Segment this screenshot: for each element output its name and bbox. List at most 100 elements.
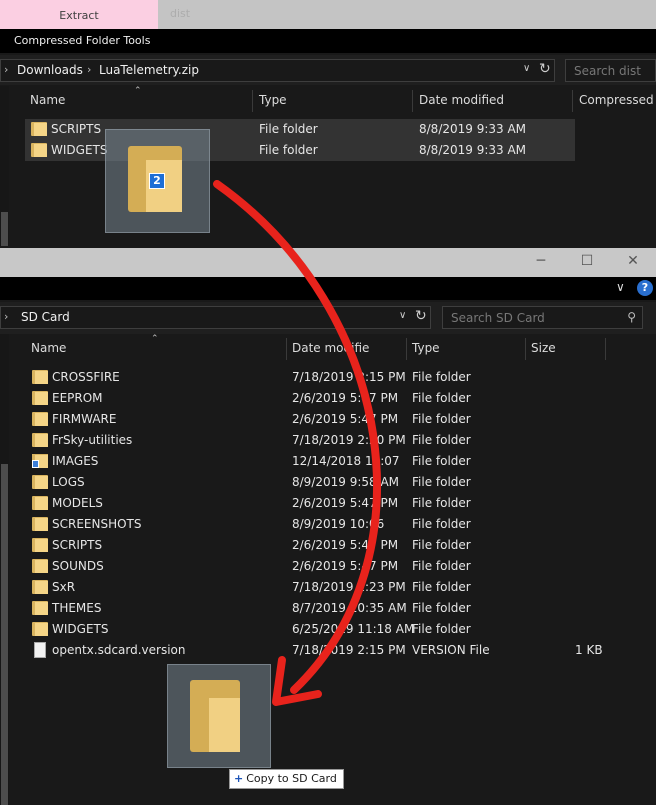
file-type: VERSION File: [412, 643, 490, 657]
column-name[interactable]: Name: [31, 334, 66, 362]
tab-dist[interactable]: dist: [170, 0, 190, 29]
file-date: 8/8/2019 9:33 AM: [419, 143, 527, 157]
minimize-icon[interactable]: ─: [518, 248, 564, 277]
folder-icon: [32, 370, 48, 384]
file-date: 12/14/2018 11:07: [292, 454, 400, 468]
file-type: File folder: [259, 122, 318, 136]
top-scrollbar[interactable]: [0, 86, 9, 246]
file-date: 2/6/2019 5:47 PM: [292, 538, 399, 552]
folder-icon: [32, 601, 48, 615]
bottom-address-bar[interactable]: › SD Card ∨ ↻: [0, 306, 431, 329]
file-date: 2/6/2019 5:47 PM: [292, 412, 399, 426]
column-date-modified[interactable]: Date modifie: [292, 334, 369, 362]
file-row[interactable]: SOUNDS 2/6/2019 5:47 PM File folder: [27, 556, 607, 577]
top-ribbon-tabs: Extract dist: [0, 0, 656, 29]
file-row[interactable]: FrSky-utilities 7/18/2019 2:20 PM File fol…: [27, 430, 607, 451]
file-row[interactable]: MODELS 2/6/2019 5:47 PM File folder: [27, 493, 607, 514]
breadcrumb-sd-card[interactable]: SD Card: [21, 310, 70, 324]
bottom-file-list: ⌃ Name Date modifie Type Size CROSSFIRE 7…: [0, 334, 656, 805]
file-row[interactable]: THEMES 8/7/2019 10:35 AM File folder: [27, 598, 607, 619]
file-name: WIDGETS: [51, 143, 108, 157]
file-row[interactable]: WIDGETS 6/25/2019 11:18 AM File folder: [27, 619, 607, 640]
column-divider[interactable]: [406, 338, 407, 360]
search-icon[interactable]: ⚲: [627, 310, 636, 324]
chevron-right-icon[interactable]: ›: [4, 63, 8, 76]
breadcrumb-zip[interactable]: LuaTelemetry.zip: [99, 63, 199, 77]
chevron-down-icon[interactable]: ∨: [399, 310, 406, 321]
compressed-folder-tools-label[interactable]: Compressed Folder Tools: [14, 29, 150, 53]
maximize-icon[interactable]: ☐: [564, 248, 610, 277]
scroll-thumb[interactable]: [1, 212, 8, 246]
bottom-scrollbar[interactable]: [0, 334, 9, 805]
folder-icon: [190, 680, 240, 752]
column-divider[interactable]: [286, 338, 287, 360]
file-name: LOGS: [52, 475, 85, 489]
top-file-list: ⌃ Name Type Date modified Compressed si …: [0, 86, 656, 246]
file-row[interactable]: SxR 7/18/2019 2:23 PM File folder: [27, 577, 607, 598]
sort-caret-icon: ⌃: [134, 86, 142, 96]
help-icon[interactable]: ?: [637, 280, 653, 296]
bottom-search-input[interactable]: [443, 307, 642, 328]
file-row[interactable]: EEPROM 2/6/2019 5:47 PM File folder: [27, 388, 607, 409]
column-divider[interactable]: [252, 90, 253, 112]
file-name: SCRIPTS: [51, 122, 102, 136]
file-name: SCREENSHOTS: [52, 517, 142, 531]
file-date: 2/6/2019 5:47 PM: [292, 559, 399, 573]
file-name: EEPROM: [52, 391, 103, 405]
sort-caret-icon: ⌃: [151, 334, 159, 344]
file-row[interactable]: CROSSFIRE 7/18/2019 2:15 PM File folder: [27, 367, 607, 388]
column-divider[interactable]: [572, 90, 573, 112]
file-type: File folder: [412, 580, 471, 594]
file-date: 8/7/2019 10:35 AM: [292, 601, 407, 615]
file-name: CROSSFIRE: [52, 370, 120, 384]
file-row[interactable]: LOGS 8/9/2019 9:58 AM File folder: [27, 472, 607, 493]
breadcrumb-downloads[interactable]: Downloads: [17, 63, 83, 77]
column-divider[interactable]: [412, 90, 413, 112]
file-type: File folder: [259, 143, 318, 157]
file-type: File folder: [412, 433, 471, 447]
folder-icon: [32, 538, 48, 552]
file-size: 1 KB: [575, 643, 603, 657]
top-address-bar[interactable]: › Downloads › LuaTelemetry.zip ∨ ↻: [0, 59, 555, 82]
column-type[interactable]: Type: [412, 334, 440, 362]
file-row[interactable]: FIRMWARE 2/6/2019 5:47 PM File folder: [27, 409, 607, 430]
column-name[interactable]: Name: [30, 86, 65, 114]
file-date: 8/8/2019 9:33 AM: [419, 122, 527, 136]
drag-ghost-tile: 2: [105, 129, 210, 233]
column-size[interactable]: Size: [531, 334, 556, 362]
file-row[interactable]: SCRIPTS 2/6/2019 5:47 PM File folder: [27, 535, 607, 556]
file-row[interactable]: SCREENSHOTS 8/9/2019 10:06 File folder: [27, 514, 607, 535]
tab-extract[interactable]: Extract: [0, 0, 158, 29]
top-ribbon-toolbar: Compressed Folder Tools: [0, 29, 656, 53]
folder-icon: [32, 622, 48, 636]
column-compressed-size[interactable]: Compressed si: [579, 86, 656, 114]
file-icon: [34, 642, 46, 658]
bottom-ribbon: ∨ ?: [0, 277, 656, 300]
close-icon[interactable]: ✕: [610, 248, 656, 277]
chevron-down-icon[interactable]: ∨: [523, 63, 530, 74]
file-date: 7/18/2019 2:15 PM: [292, 370, 406, 384]
refresh-icon[interactable]: ↻: [539, 61, 551, 77]
file-row[interactable]: IMAGES 12/14/2018 11:07 File folder: [27, 451, 607, 472]
column-divider[interactable]: [525, 338, 526, 360]
file-date: 7/18/2019 2:23 PM: [292, 580, 406, 594]
file-type: File folder: [412, 496, 471, 510]
file-row[interactable]: opentx.sdcard.version 7/18/2019 2:15 PM VE…: [27, 640, 607, 661]
refresh-icon[interactable]: ↻: [415, 308, 427, 324]
file-type: File folder: [412, 454, 471, 468]
folder-icon: [32, 391, 48, 405]
file-date: 7/18/2019 2:20 PM: [292, 433, 406, 447]
chevron-right-icon[interactable]: ›: [4, 310, 8, 323]
folder-icon: [31, 143, 47, 157]
column-divider[interactable]: [605, 338, 606, 360]
top-search-box[interactable]: [565, 59, 656, 82]
file-type: File folder: [412, 601, 471, 615]
chevron-down-icon[interactable]: ∨: [616, 280, 625, 294]
bottom-search-box[interactable]: ⚲: [442, 306, 643, 329]
folder-icon: [32, 559, 48, 573]
top-search-input[interactable]: [566, 60, 655, 81]
scroll-thumb[interactable]: [1, 464, 8, 805]
folder-icon: [32, 496, 48, 510]
column-date-modified[interactable]: Date modified: [419, 86, 504, 114]
column-type[interactable]: Type: [259, 86, 287, 114]
